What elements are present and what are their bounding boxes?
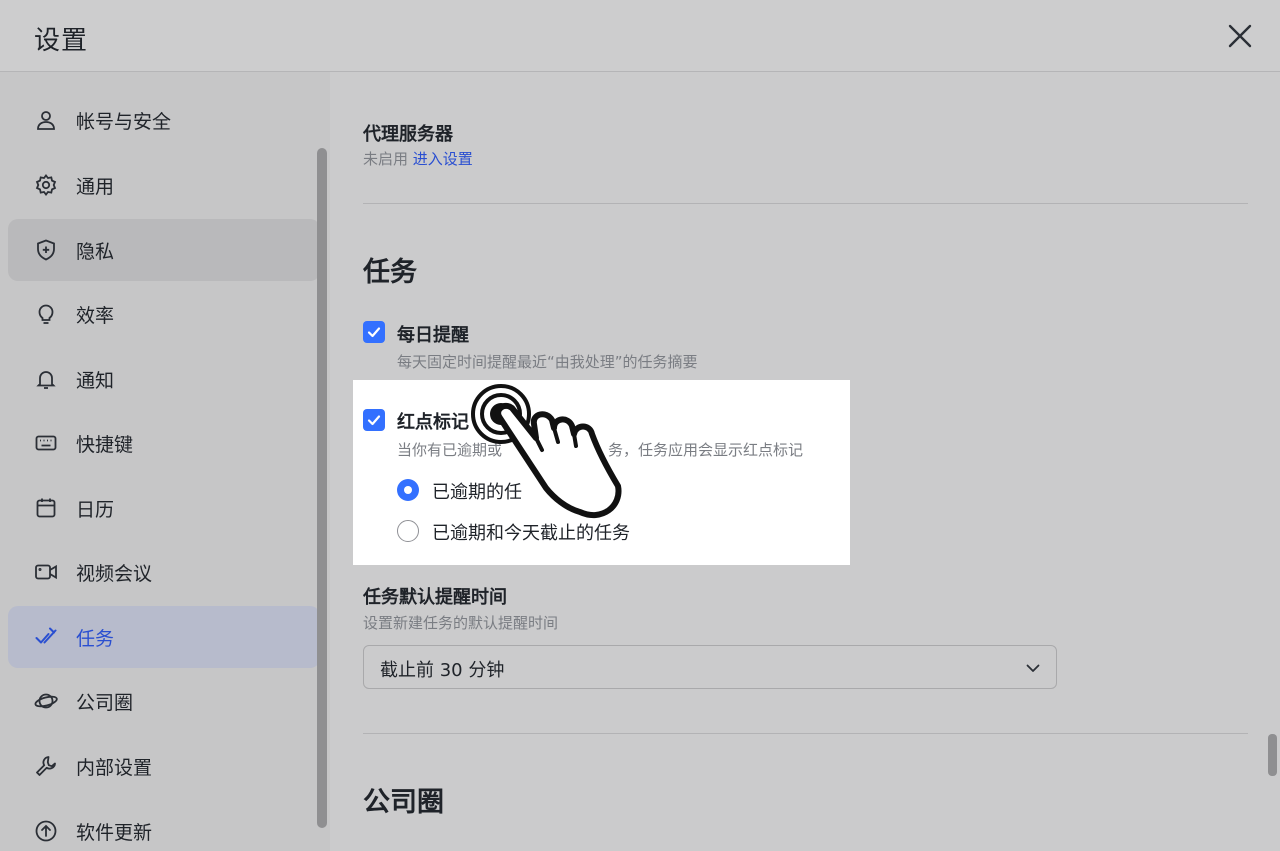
video-camera-icon [34,560,58,584]
gear-icon [34,173,58,197]
user-icon [34,108,58,132]
sidebar-item-label: 软件更新 [76,822,153,844]
settings-sidebar: 帐号与安全 通用 隐私 效率 通知 快捷键 日历 视频会议 任务 公司圈 内部设… [0,72,330,851]
keyboard-icon [34,431,58,455]
radio-overdue[interactable] [397,479,419,501]
default-reminder-description: 设置新建任务的默认提醒时间 [363,614,559,632]
sidebar-item-internal-settings[interactable]: 内部设置 [8,735,320,797]
default-reminder-value: 截止前 30 分钟 [380,660,505,681]
sidebar-item-software-update[interactable]: 软件更新 [8,800,320,851]
divider [363,203,1248,204]
daily-reminder-checkbox[interactable] [363,321,385,343]
shield-plus-icon [34,238,58,262]
content-scrollbar[interactable] [1268,734,1277,776]
sidebar-item-general[interactable]: 通用 [8,154,320,216]
planet-icon [34,689,58,713]
task-check-icon [34,625,58,649]
red-dot-label: 红点标记 [397,412,469,433]
daily-reminder-description: 每天固定时间提醒最近“由我处理”的任务摘要 [397,353,698,371]
sidebar-item-label: 通知 [76,370,115,392]
sidebar-item-video-meetings[interactable]: 视频会议 [8,541,320,603]
moments-section-title: 公司圈 [363,787,444,818]
sidebar-item-label: 内部设置 [76,757,153,779]
red-dot-description-right: 务，任务应用会显示红点标记 [608,441,804,459]
chevron-down-icon [1024,659,1042,677]
sidebar-item-label: 视频会议 [76,563,153,585]
default-reminder-title: 任务默认提醒时间 [363,587,507,608]
lightbulb-icon [34,302,58,326]
wrench-icon [34,754,58,778]
proxy-title: 代理服务器 [363,124,453,145]
radio-overdue-and-today-label: 已逾期和今天截止的任务 [432,523,630,544]
proxy-status-line: 未启用 进入设置 [363,148,473,169]
settings-header: 设置 [0,0,1280,72]
checkmark-icon [367,327,381,338]
radio-overdue-and-today[interactable] [397,520,419,542]
sidebar-scrollbar[interactable] [317,148,327,828]
sidebar-item-tasks[interactable]: 任务 [8,606,320,668]
proxy-status: 未启用 [363,150,409,168]
calendar-icon [34,496,58,520]
sidebar-item-calendar[interactable]: 日历 [8,477,320,539]
sidebar-item-label: 隐私 [76,241,115,263]
checkmark-icon [367,415,381,426]
arrow-up-circle-icon [34,819,58,843]
sidebar-item-shortcuts[interactable]: 快捷键 [8,412,320,474]
daily-reminder-label: 每日提醒 [397,325,469,346]
sidebar-item-moments[interactable]: 公司圈 [8,670,320,732]
default-reminder-select[interactable]: 截止前 30 分钟 [363,645,1057,689]
sidebar-item-label: 帐号与安全 [76,111,172,133]
sidebar-item-label: 通用 [76,176,115,198]
sidebar-item-label: 公司圈 [76,692,134,714]
divider [363,733,1248,734]
close-icon[interactable] [1224,20,1256,52]
bell-icon [34,367,58,391]
sidebar-item-account-security[interactable]: 帐号与安全 [8,89,320,151]
sidebar-item-label: 快捷键 [76,434,134,456]
proxy-settings-link[interactable]: 进入设置 [413,150,473,168]
sidebar-item-label: 效率 [76,305,115,327]
tasks-section-title: 任务 [363,257,417,288]
sidebar-item-efficiency[interactable]: 效率 [8,283,320,345]
page-title: 设置 [34,26,89,56]
red-dot-checkbox[interactable] [363,409,385,431]
sidebar-item-notifications[interactable]: 通知 [8,348,320,410]
tap-hand-icon [462,380,632,520]
sidebar-item-label: 日历 [76,499,115,521]
sidebar-item-label: 任务 [76,628,115,650]
sidebar-item-privacy[interactable]: 隐私 [8,219,320,281]
